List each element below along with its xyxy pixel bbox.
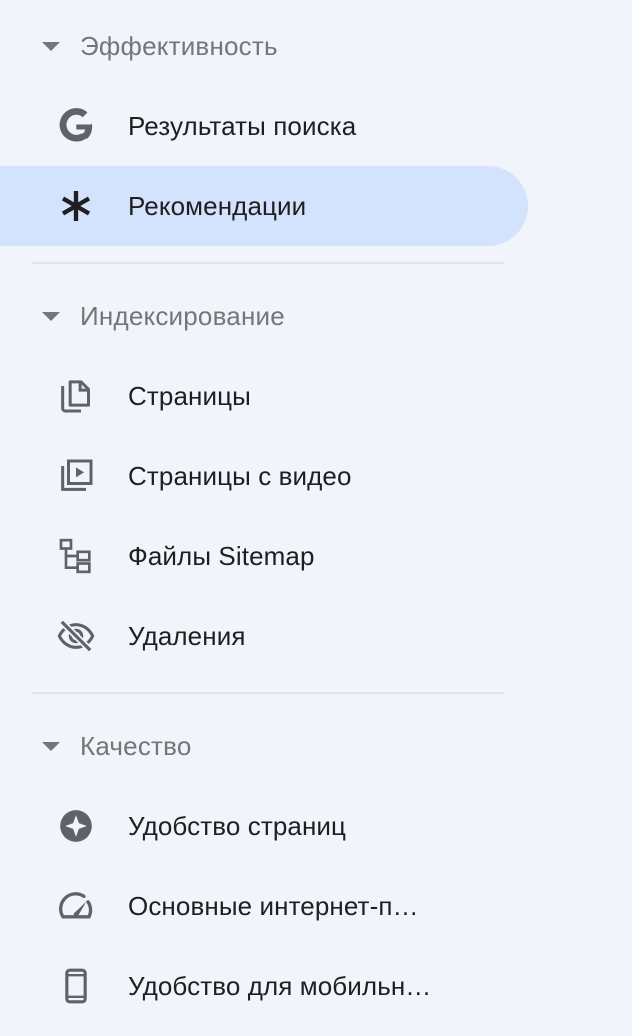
sidebar-nav: Эффективность Результаты поиска Рекоменд… [0, 0, 632, 1036]
sidebar-item-mobile-usability[interactable]: Удобство для мобильн… [0, 946, 528, 1026]
sidebar-item-label: Страницы с видео [128, 460, 352, 491]
video-pages-icon [56, 456, 96, 496]
sidebar-item-pages[interactable]: Страницы [0, 356, 528, 436]
sidebar-item-label: Рекомендации [128, 190, 307, 221]
asterisk-icon [56, 186, 96, 226]
section-title: Качество [80, 730, 192, 761]
sidebar-item-page-experience[interactable]: Удобство страниц [0, 786, 528, 866]
sidebar-item-label: Страницы [128, 380, 251, 411]
caret-down-icon [42, 742, 60, 751]
section-title: Индексирование [80, 300, 285, 331]
section-divider [32, 262, 504, 264]
sidebar-item-label: Удобство для мобильн… [128, 970, 432, 1001]
google-g-icon [56, 106, 96, 146]
sidebar-item-sitemaps[interactable]: Файлы Sitemap [0, 516, 528, 596]
sidebar-item-label: Удобство страниц [128, 810, 347, 841]
sidebar-item-label: Результаты поиска [128, 110, 357, 141]
section-header-performance[interactable]: Эффективность [0, 18, 528, 74]
section-divider [32, 692, 504, 694]
sidebar-item-search-results[interactable]: Результаты поиска [0, 86, 528, 166]
sidebar-item-core-web-vitals[interactable]: Основные интернет-п… [0, 866, 528, 946]
pages-icon [56, 376, 96, 416]
caret-down-icon [42, 42, 60, 51]
smartphone-icon [56, 966, 96, 1006]
sidebar-item-recommendations[interactable]: Рекомендации [0, 166, 528, 246]
caret-down-icon [42, 312, 60, 321]
sidebar-item-label: Основные интернет-п… [128, 890, 419, 921]
speedometer-icon [56, 886, 96, 926]
sitemap-icon [56, 536, 96, 576]
visibility-off-icon [56, 616, 96, 656]
sidebar-item-video-pages[interactable]: Страницы с видео [0, 436, 528, 516]
section-header-quality[interactable]: Качество [0, 718, 528, 774]
sidebar-item-removals[interactable]: Удаления [0, 596, 528, 676]
page-experience-icon [56, 806, 96, 846]
section-title: Эффективность [80, 30, 278, 61]
sidebar-item-label: Удаления [128, 620, 246, 651]
section-header-indexing[interactable]: Индексирование [0, 288, 528, 344]
sidebar-item-label: Файлы Sitemap [128, 540, 315, 571]
